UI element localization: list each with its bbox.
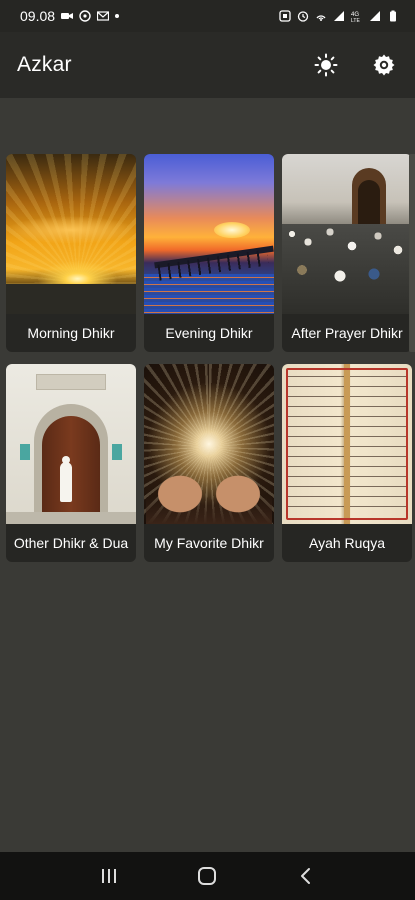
app-bar: Azkar	[0, 32, 415, 98]
sunset-pier-image	[144, 154, 274, 314]
back-button[interactable]	[286, 856, 326, 896]
4g-icon: 4GLTE	[351, 12, 360, 22]
settings-icon	[373, 54, 395, 76]
svg-text:LTE: LTE	[351, 18, 360, 22]
settings-button[interactable]	[369, 50, 399, 80]
status-time: 09.08	[20, 8, 56, 24]
card-evening-dhikr[interactable]: Evening Dhikr	[144, 154, 274, 352]
app-title: Azkar	[17, 53, 72, 76]
recent-apps-icon	[102, 869, 117, 883]
card-label: Evening Dhikr	[165, 325, 253, 341]
mosque-door-image	[6, 364, 136, 524]
mosque-crowd-image	[282, 154, 412, 314]
card-label: My Favorite Dhikr	[154, 535, 264, 551]
video-icon	[61, 13, 74, 19]
praying-hands-image	[144, 364, 274, 524]
status-bar: 09.08 4G LTE	[0, 0, 415, 32]
system-nav-bar	[0, 852, 415, 900]
card-ayah-ruqya[interactable]: Ayah Ruqya	[282, 364, 412, 562]
card-label: Ayah Ruqya	[308, 535, 385, 551]
card-other-dhikr-dua[interactable]: Other Dhikr & Dua	[6, 364, 136, 562]
whatsapp-icon	[79, 10, 91, 22]
battery-icon	[390, 10, 396, 22]
card-after-prayer-dhikr[interactable]: After Prayer Dhikr	[282, 154, 412, 352]
card-label: Other Dhikr & Dua	[13, 535, 129, 551]
back-icon	[300, 868, 310, 884]
home-icon	[198, 867, 217, 885]
card-label: Morning Dhikr	[27, 325, 115, 341]
gmail-icon	[97, 11, 110, 21]
signal-icon	[370, 11, 380, 21]
signal-icon	[334, 11, 344, 21]
card-label: After Prayer Dhikr	[291, 325, 403, 341]
home-button[interactable]	[187, 856, 227, 896]
alarm-clock-icon	[297, 11, 309, 22]
card-morning-dhikr[interactable]: Morning Dhikr	[6, 154, 136, 352]
sunrise-image	[6, 154, 136, 314]
card-my-favorite-dhikr[interactable]: My Favorite Dhikr	[144, 364, 274, 562]
recent-apps-button[interactable]	[89, 856, 129, 896]
next-card-peek	[409, 154, 415, 352]
hotspot-icon	[316, 15, 326, 21]
brightness-button[interactable]	[311, 50, 341, 80]
alarm-icon	[279, 10, 291, 22]
brightness-icon	[314, 53, 338, 77]
notification-dot	[115, 14, 120, 18]
quran-book-image	[282, 364, 412, 524]
